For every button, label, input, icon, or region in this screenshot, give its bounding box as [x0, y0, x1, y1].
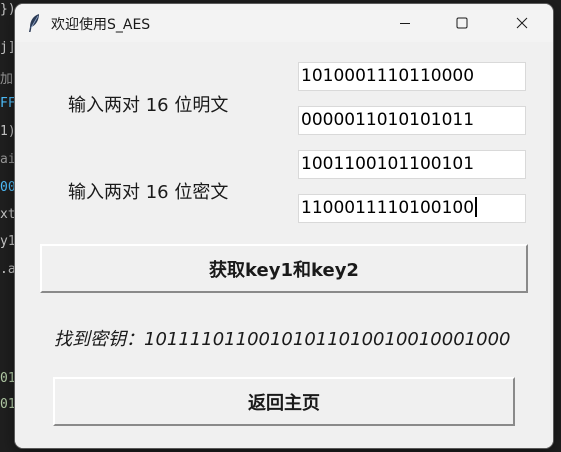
ciphertext-label: 输入两对 16 位密文	[68, 182, 229, 203]
code-line: xt	[0, 207, 16, 222]
plaintext-1-input[interactable]: 1010001110110000	[298, 62, 526, 91]
ciphertext-2-input[interactable]: 1100011110100100	[298, 194, 526, 223]
found-key-result: 找到密钥：10111101100101011010010010001000	[54, 329, 511, 350]
plaintext-2-value: 0000011010101011	[301, 110, 475, 130]
ciphertext-2-value: 1100011110100100	[301, 198, 475, 218]
feather-icon	[29, 14, 39, 32]
close-icon	[516, 17, 528, 29]
text-caret	[475, 197, 478, 217]
plaintext-2-input[interactable]: 0000011010101011	[298, 106, 526, 135]
plaintext-label: 输入两对 16 位明文	[68, 95, 229, 116]
code-line: ai	[0, 152, 16, 167]
title-bar[interactable]: 欢迎使用S_AES	[15, 4, 553, 42]
s-aes-window: 欢迎使用S_AES 输入两对 16 位明文 输入两对 16 位密文 101000…	[15, 4, 553, 448]
get-keys-label: 获取key1和key2	[209, 259, 359, 281]
maximize-button[interactable]	[439, 4, 485, 42]
code-line: y1	[0, 234, 16, 249]
plaintext-1-value: 1010001110110000	[301, 66, 475, 86]
ciphertext-1-value: 1001100101100101	[301, 154, 475, 174]
code-line: j]	[0, 40, 16, 55]
code-line: 1)	[0, 124, 16, 139]
code-line: 01	[0, 371, 16, 386]
minimize-icon	[400, 23, 410, 24]
code-line: 01	[0, 397, 16, 412]
main-panel: 输入两对 16 位明文 输入两对 16 位密文 1010001110110000…	[15, 42, 553, 448]
ciphertext-1-input[interactable]: 1001100101100101	[298, 150, 526, 179]
code-line: 00	[0, 180, 16, 195]
minimize-button[interactable]	[382, 4, 428, 42]
code-line: FF	[0, 96, 16, 111]
back-to-home-label: 返回主页	[248, 392, 320, 414]
code-line: 加	[0, 72, 14, 87]
close-button[interactable]	[499, 4, 545, 42]
window-title: 欢迎使用S_AES	[51, 17, 151, 33]
get-keys-button[interactable]: 获取key1和key2	[40, 244, 528, 293]
code-line: .a	[0, 262, 16, 277]
back-to-home-button[interactable]: 返回主页	[53, 377, 515, 426]
maximize-icon	[456, 17, 468, 29]
